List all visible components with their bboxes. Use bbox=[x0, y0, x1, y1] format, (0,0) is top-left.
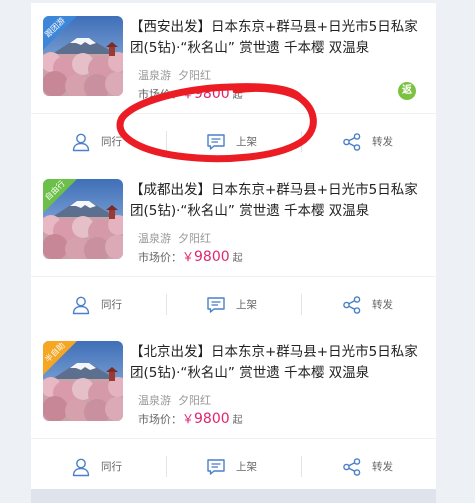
share-button[interactable]: 转发 bbox=[342, 114, 393, 169]
price-value: 9800 bbox=[194, 411, 230, 427]
product-title[interactable]: 【成都出发】日本东京+群马县+日光市5日私家团(5钻)·“秋名山” 赏世遗 千本… bbox=[130, 180, 426, 222]
price-value: 9800 bbox=[194, 249, 230, 265]
person-icon bbox=[71, 295, 91, 315]
tour-type-badge: 半自助 bbox=[43, 341, 77, 375]
card-body[interactable]: 跟团游 【西安出发】日本东京+群马县+日光市5日私家团(5钻)·“秋名山” 赏世… bbox=[31, 3, 436, 113]
currency-symbol: ￥ bbox=[182, 250, 195, 264]
peer-button[interactable]: 同行 bbox=[71, 277, 122, 332]
product-title[interactable]: 【西安出发】日本东京+群马县+日光市5日私家团(5钻)·“秋名山” 赏世遗 千本… bbox=[130, 17, 426, 59]
card-body[interactable]: 半自助 【北京出发】日本东京+群马县+日光市5日私家团(5钻)·“秋名山” 赏世… bbox=[31, 328, 436, 438]
tag-list: 温泉游 夕阳红 bbox=[138, 67, 211, 83]
product-thumbnail[interactable]: 跟团游 bbox=[43, 16, 123, 96]
peer-label: 同行 bbox=[101, 299, 122, 311]
list-button[interactable]: 上架 bbox=[206, 114, 257, 169]
market-price: 市场价：￥9800 起 bbox=[138, 410, 243, 427]
list-label: 上架 bbox=[236, 461, 257, 473]
peer-button[interactable]: 同行 bbox=[71, 114, 122, 169]
divider bbox=[301, 294, 302, 315]
price-value: 9800 bbox=[194, 86, 230, 102]
message-icon bbox=[206, 295, 226, 315]
share-icon bbox=[342, 132, 362, 152]
divider bbox=[301, 131, 302, 152]
divider bbox=[166, 294, 167, 315]
list-button[interactable]: 上架 bbox=[206, 277, 257, 332]
list-label: 上架 bbox=[236, 136, 257, 148]
card-actions: 同行 上架 转发 bbox=[31, 438, 436, 493]
tag: 夕阳红 bbox=[178, 69, 211, 82]
market-price: 市场价：￥9800 起 bbox=[138, 248, 243, 265]
price-suffix: 起 bbox=[232, 253, 243, 264]
peer-label: 同行 bbox=[101, 136, 122, 148]
person-icon bbox=[71, 132, 91, 152]
product-thumbnail[interactable]: 半自助 bbox=[43, 341, 123, 421]
price-label: 市场价： bbox=[138, 88, 182, 101]
tag: 温泉游 bbox=[138, 394, 171, 407]
tag: 夕阳红 bbox=[178, 232, 211, 245]
price-suffix: 起 bbox=[232, 415, 243, 426]
tour-type-badge: 跟团游 bbox=[43, 16, 77, 50]
tour-type-badge: 自由行 bbox=[43, 179, 77, 213]
share-icon bbox=[342, 295, 362, 315]
peer-label: 同行 bbox=[101, 461, 122, 473]
list-button[interactable]: 上架 bbox=[206, 439, 257, 494]
currency-symbol: ￥ bbox=[182, 87, 195, 101]
tag: 温泉游 bbox=[138, 69, 171, 82]
product-thumbnail[interactable]: 自由行 bbox=[43, 179, 123, 259]
divider bbox=[166, 456, 167, 477]
card-actions: 同行 上架 转发 bbox=[31, 113, 436, 168]
product-title[interactable]: 【北京出发】日本东京+群马县+日光市5日私家团(5钻)·“秋名山” 赏世遗 千本… bbox=[130, 342, 426, 384]
divider bbox=[166, 131, 167, 152]
message-icon bbox=[206, 457, 226, 477]
price-label: 市场价： bbox=[138, 413, 182, 426]
peer-button[interactable]: 同行 bbox=[71, 439, 122, 494]
price-suffix: 起 bbox=[232, 90, 243, 101]
price-label: 市场价： bbox=[138, 251, 182, 264]
share-button[interactable]: 转发 bbox=[342, 439, 393, 494]
next-card-edge bbox=[31, 489, 436, 503]
message-icon bbox=[206, 132, 226, 152]
product-card[interactable]: 自由行 【成都出发】日本东京+群马县+日光市5日私家团(5钻)·“秋名山” 赏世… bbox=[31, 166, 436, 331]
market-price: 市场价：￥9800 起 bbox=[138, 85, 243, 102]
card-actions: 同行 上架 转发 bbox=[31, 276, 436, 331]
share-label: 转发 bbox=[372, 299, 393, 311]
divider bbox=[301, 456, 302, 477]
share-label: 转发 bbox=[372, 461, 393, 473]
tag: 夕阳红 bbox=[178, 394, 211, 407]
tag-list: 温泉游 夕阳红 bbox=[138, 230, 211, 246]
currency-symbol: ￥ bbox=[182, 412, 195, 426]
share-label: 转发 bbox=[372, 136, 393, 148]
rebate-badge: 返 bbox=[398, 82, 416, 100]
tag-list: 温泉游 夕阳红 bbox=[138, 392, 211, 408]
card-body[interactable]: 自由行 【成都出发】日本东京+群马县+日光市5日私家团(5钻)·“秋名山” 赏世… bbox=[31, 166, 436, 276]
person-icon bbox=[71, 457, 91, 477]
product-card[interactable]: 跟团游 【西安出发】日本东京+群马县+日光市5日私家团(5钻)·“秋名山” 赏世… bbox=[31, 3, 436, 168]
tag: 温泉游 bbox=[138, 232, 171, 245]
share-button[interactable]: 转发 bbox=[342, 277, 393, 332]
list-label: 上架 bbox=[236, 299, 257, 311]
share-icon bbox=[342, 457, 362, 477]
product-card[interactable]: 半自助 【北京出发】日本东京+群马县+日光市5日私家团(5钻)·“秋名山” 赏世… bbox=[31, 328, 436, 493]
